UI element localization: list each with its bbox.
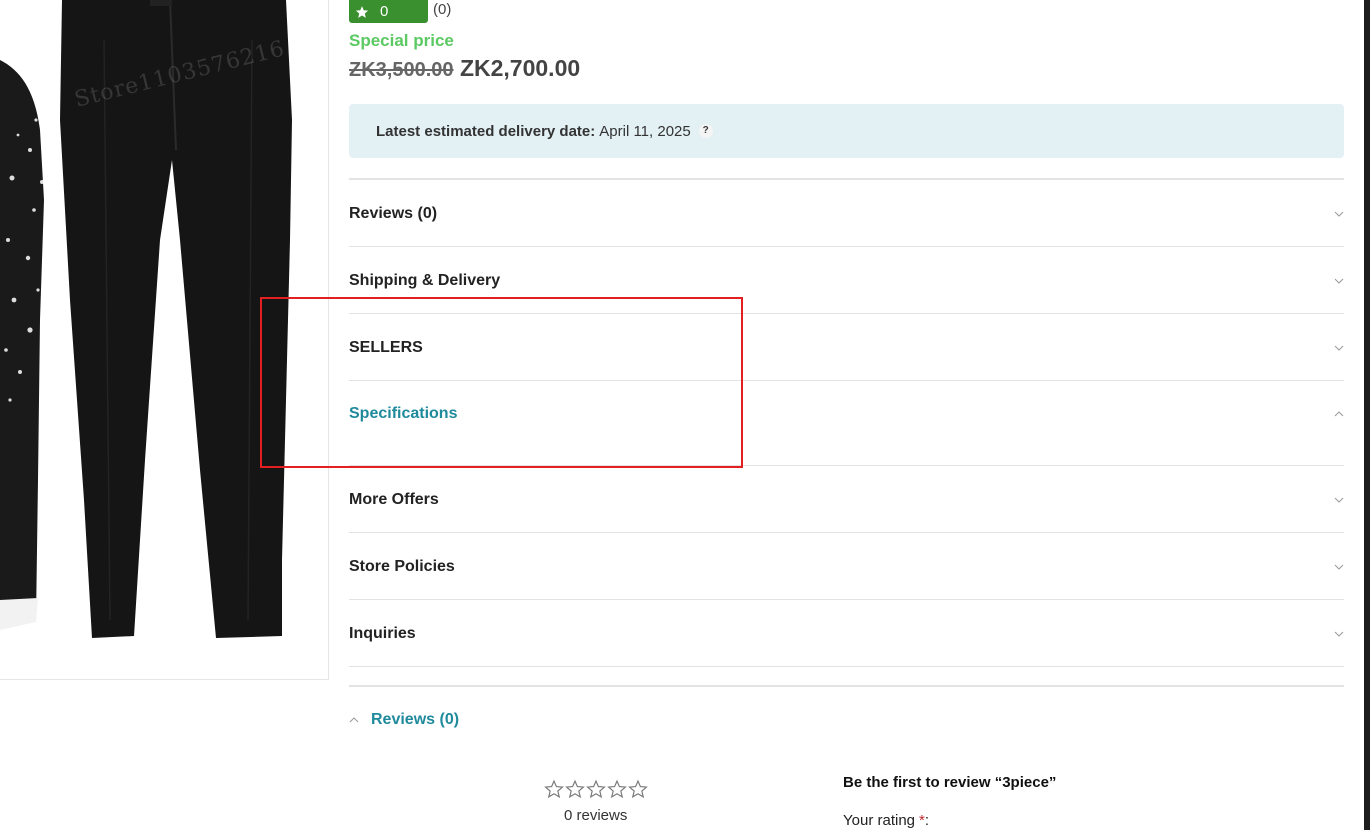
old-price: ZK3,500.00 <box>349 59 454 81</box>
trousers-illustration <box>0 0 292 638</box>
page-scrollbar[interactable] <box>1364 0 1370 830</box>
chevron-up-icon <box>1334 411 1344 417</box>
tab-label: Specifications <box>349 405 458 422</box>
review-form-title: Be the first to review “3piece” <box>843 774 1057 791</box>
tab-label: Store Policies <box>349 558 455 575</box>
chevron-down-icon <box>1334 345 1344 351</box>
rating-badge[interactable]: 0 <box>349 0 428 23</box>
tab-specifications[interactable]: Specifications <box>349 381 1344 466</box>
your-rating-text: Your rating <box>843 812 915 829</box>
price-row: ZK3,500.00 ZK2,700.00 <box>349 55 580 82</box>
product-image[interactable]: Store1103576216 <box>0 0 329 680</box>
your-rating-label: Your rating *: <box>843 812 929 829</box>
star-outline-icon <box>565 779 585 799</box>
reviews-panel-title: Reviews (0) <box>371 711 460 728</box>
reviews-panel: Reviews (0) <box>349 685 1344 728</box>
star-outline-icon <box>607 779 627 799</box>
tab-label: SELLERS <box>349 339 423 356</box>
reviews-panel-toggle[interactable]: Reviews (0) <box>349 711 459 729</box>
special-price-label: Special price <box>349 31 454 50</box>
product-tabs-accordion: Reviews (0) Shipping & Delivery SELLERS … <box>349 178 1344 667</box>
star-outline-icon <box>628 779 648 799</box>
tab-sellers[interactable]: SELLERS <box>349 314 1344 381</box>
tab-label: Inquiries <box>349 625 416 642</box>
chevron-down-icon <box>1334 497 1344 503</box>
chevron-down-icon <box>1334 278 1344 284</box>
chevron-down-icon <box>1334 564 1344 570</box>
delivery-label: Latest estimated delivery date: <box>376 122 596 140</box>
star-outline-icon <box>586 779 606 799</box>
reviews-count: 0 reviews <box>564 807 628 824</box>
tab-label: Reviews (0) <box>349 205 438 222</box>
tab-label: More Offers <box>349 491 439 508</box>
tab-more-offers[interactable]: More Offers <box>349 466 1344 533</box>
delivery-estimate: Latest estimated delivery date: April 11… <box>349 104 1344 158</box>
rating-colon: : <box>924 812 930 829</box>
tab-shipping-delivery[interactable]: Shipping & Delivery <box>349 247 1344 314</box>
delivery-date: April 11, 2025 <box>599 122 691 140</box>
star-icon <box>355 5 369 18</box>
review-stars <box>544 779 648 799</box>
tab-store-policies[interactable]: Store Policies <box>349 533 1344 600</box>
tab-label: Shipping & Delivery <box>349 272 501 289</box>
new-price: ZK2,700.00 <box>459 55 581 81</box>
tab-inquiries[interactable]: Inquiries <box>349 600 1344 667</box>
rating-score: 0 <box>380 3 389 20</box>
question-icon[interactable]: ? <box>698 124 713 138</box>
rating-count[interactable]: (0) <box>433 1 451 18</box>
chevron-up-icon <box>349 717 359 723</box>
chevron-down-icon <box>1334 631 1344 637</box>
chevron-down-icon <box>1334 211 1344 217</box>
tab-reviews[interactable]: Reviews (0) <box>349 180 1344 247</box>
star-outline-icon <box>544 779 564 799</box>
scrollbar-thumb[interactable] <box>1364 0 1370 830</box>
